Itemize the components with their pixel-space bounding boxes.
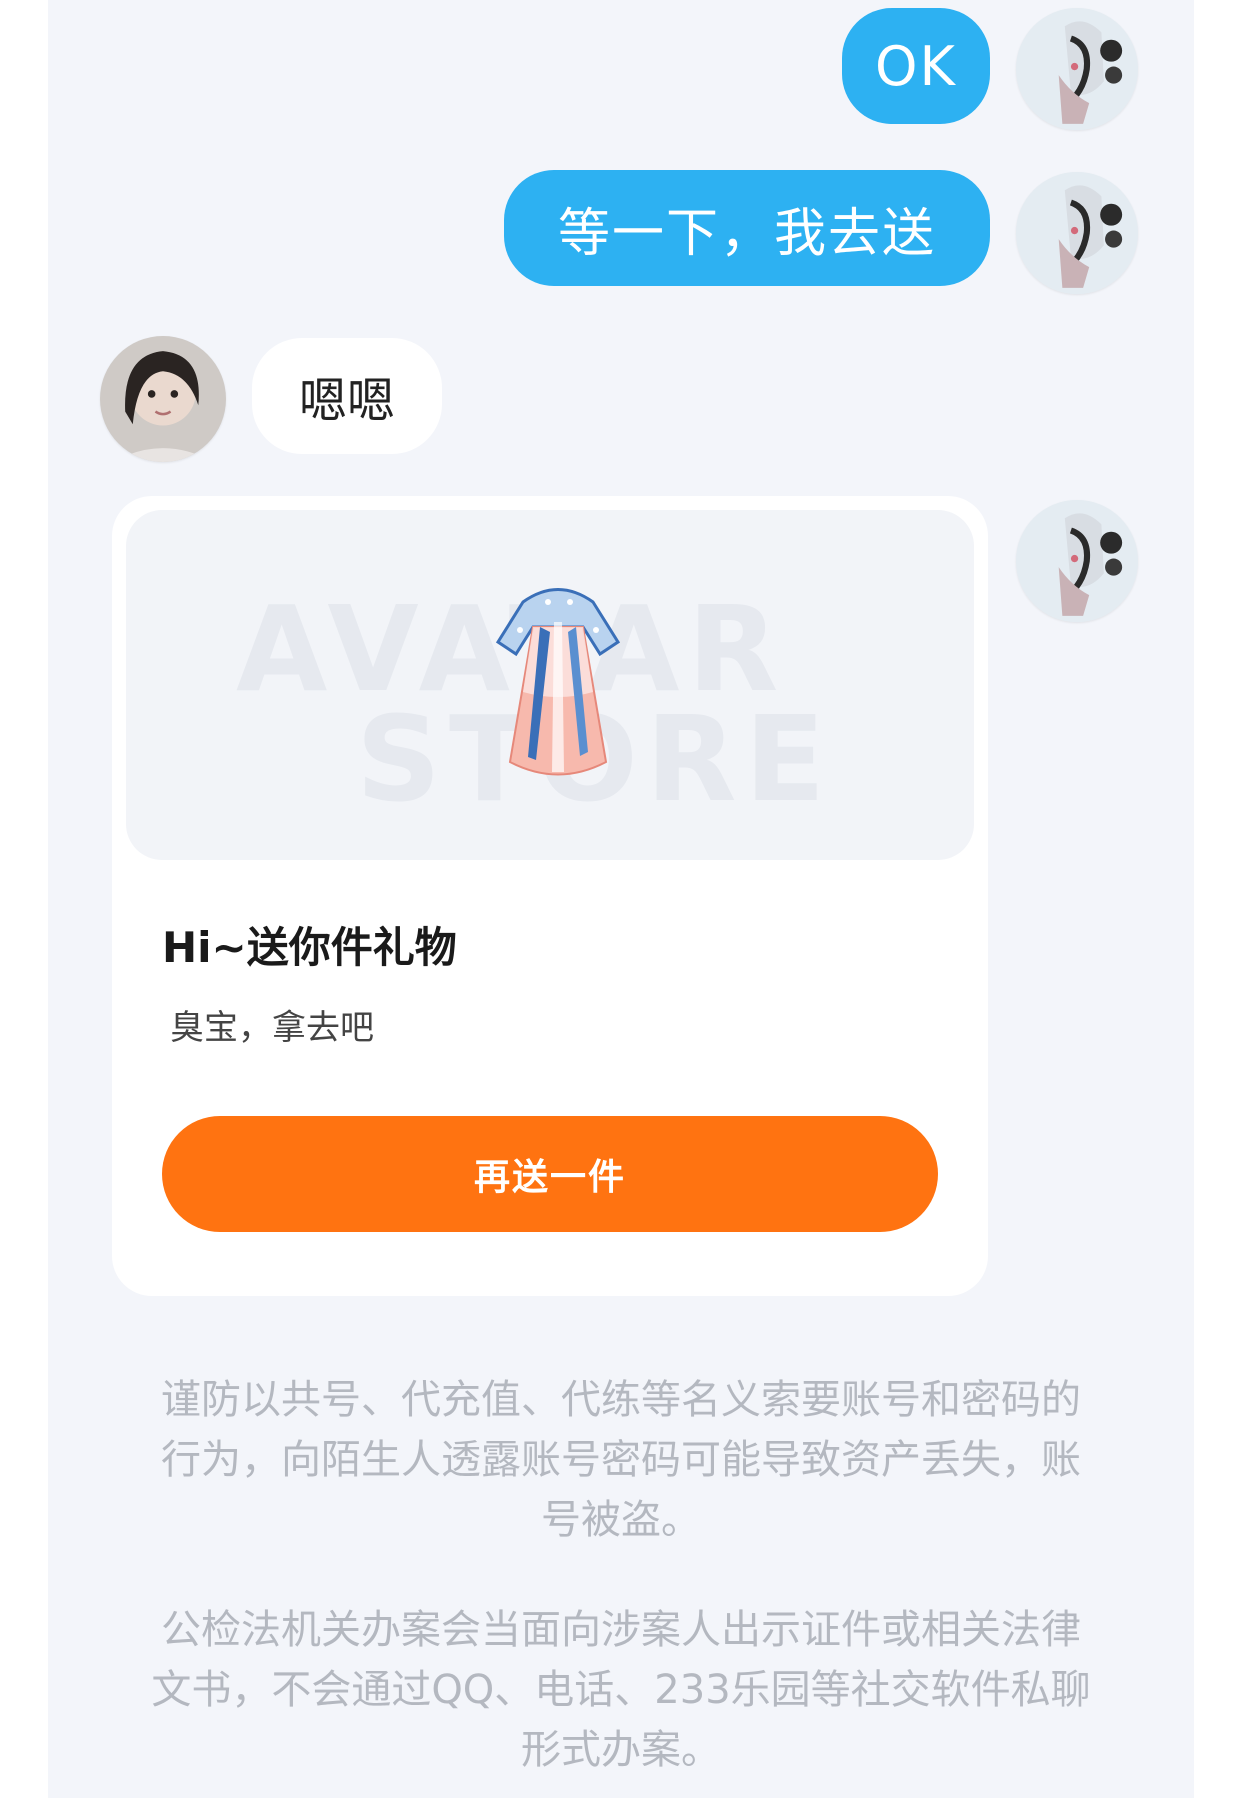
anime-avatar-icon [1016,500,1138,622]
other-message-bubble[interactable]: 嗯嗯 [252,338,442,454]
my-avatar[interactable] [1016,500,1138,622]
anime-avatar-icon [1016,172,1138,294]
security-notice: 谨防以共号、代充值、代练等名义索要账号和密码的行为，向陌生人透露账号密码可能导致… [161,1377,1081,1543]
my-avatar[interactable] [1016,8,1138,130]
resend-gift-button[interactable]: 再送一件 [162,1116,938,1232]
hanfu-dress-icon [495,588,621,776]
gift-title: Hi~送你件礼物 [162,923,457,972]
message-text: 等一下，我去送 [557,203,936,264]
other-user-avatar[interactable] [100,336,226,462]
user-photo-icon [100,336,226,462]
anime-avatar-icon [1016,8,1138,130]
my-avatar[interactable] [1016,172,1138,294]
message-text: OK [875,34,957,98]
message-text: 嗯嗯 [298,373,395,429]
my-message-bubble[interactable]: OK [842,8,990,124]
my-message-bubble[interactable]: 等一下，我去送 [504,170,990,286]
gift-card[interactable]: AVATAR STORE Hi~送你件礼物 臭宝，拿去吧 再送一件 [112,496,988,1296]
police-notice: 公检法机关办案会当面向涉案人出示证件或相关法律文书，不会通过QQ、电话、233乐… [151,1607,1091,1773]
gift-image: AVATAR STORE [126,510,974,860]
gift-message: 臭宝，拿去吧 [170,1008,374,1048]
